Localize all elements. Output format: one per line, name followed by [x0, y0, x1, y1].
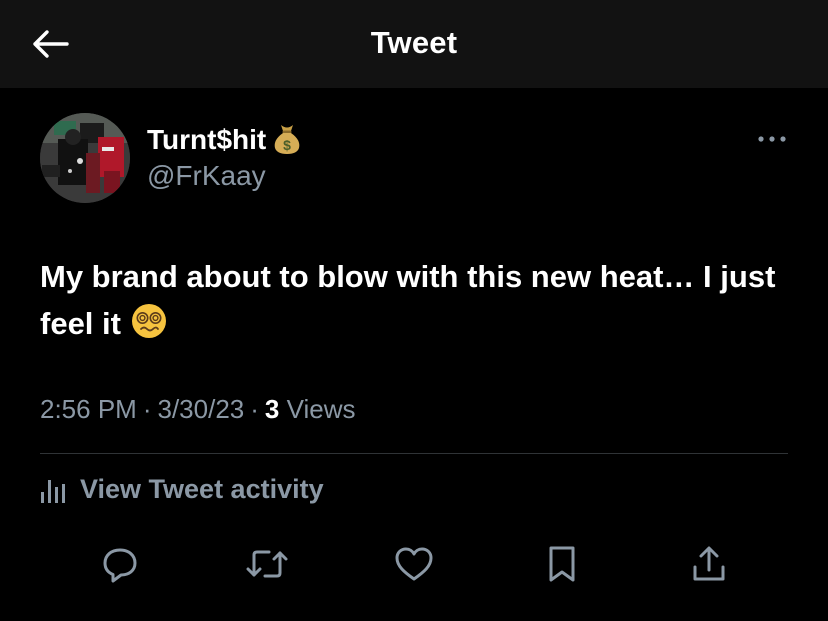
face-with-spiral-eyes-emoji — [131, 303, 167, 352]
tweet-detail-screen: Tweet Turnt$hit $ @FrKaay My brand about… — [0, 0, 828, 621]
share-button[interactable] — [685, 540, 733, 588]
tweet-text: My brand about to blow with this new hea… — [40, 253, 800, 352]
meta-separator: · — [142, 394, 152, 424]
display-name-row[interactable]: Turnt$hit $ — [147, 122, 302, 158]
more-options-button[interactable] — [752, 125, 792, 153]
views-count: 3 — [264, 394, 280, 424]
share-icon — [693, 546, 725, 581]
page-title: Tweet — [370, 25, 458, 60]
svg-text:$: $ — [283, 137, 291, 153]
activity-label: View Tweet activity — [80, 474, 324, 504]
tweet-meta: 2:56 PM · 3/30/23 · 3 Views — [40, 394, 356, 425]
meta-separator: · — [250, 394, 259, 424]
tweet-date: 3/30/23 — [157, 394, 245, 424]
avatar[interactable] — [40, 113, 130, 203]
retweet-button[interactable] — [243, 540, 291, 588]
reply-icon — [103, 548, 137, 583]
bookmark-button[interactable] — [538, 540, 586, 588]
like-button[interactable] — [390, 540, 438, 588]
tweet-time: 2:56 PM — [40, 394, 137, 424]
more-horizontal-icon — [758, 136, 786, 142]
bar-chart-icon — [41, 479, 65, 503]
top-bar: Tweet — [0, 0, 828, 88]
display-name: Turnt$hit — [147, 124, 267, 155]
money-bag-emoji: $ — [272, 121, 302, 160]
avatar-image — [40, 113, 130, 203]
views-label: Views — [286, 394, 356, 424]
bookmark-icon — [549, 546, 575, 582]
divider — [40, 453, 788, 454]
heart-icon — [395, 547, 433, 581]
view-tweet-activity-button[interactable]: View Tweet activity — [40, 474, 324, 505]
user-handle[interactable]: @FrKaay — [147, 160, 266, 192]
reply-button[interactable] — [96, 540, 144, 588]
action-bar — [0, 540, 828, 590]
retweet-icon — [246, 550, 288, 578]
